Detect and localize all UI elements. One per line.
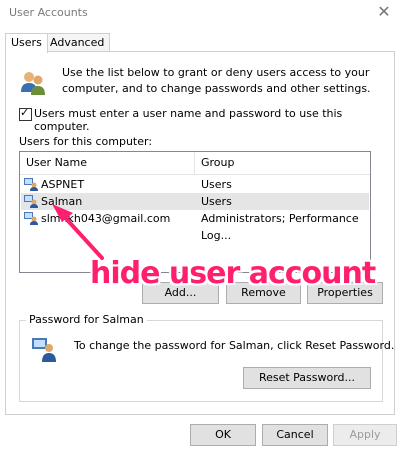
users-list-label: Users for this computer: (19, 135, 153, 148)
user-icon (24, 212, 38, 225)
list-header: User Name Group (20, 152, 370, 175)
cancel-button[interactable]: Cancel (262, 424, 328, 446)
window-title: User Accounts (9, 6, 88, 19)
table-row[interactable]: Salman Users (21, 193, 369, 210)
title-bar: User Accounts ✕ (0, 0, 400, 26)
user-icon (24, 195, 38, 208)
row-user-name: ASPNET (41, 178, 85, 191)
password-group (19, 320, 383, 402)
row-group: Users (201, 178, 232, 191)
row-group: Users (201, 195, 232, 208)
password-user-icon (32, 338, 56, 362)
apply-button[interactable]: Apply (333, 424, 397, 446)
user-accounts-dialog: User Accounts ✕ Users Advanced Use the l… (0, 0, 400, 450)
column-header-user-name[interactable]: User Name (20, 152, 195, 174)
reset-password-button[interactable]: Reset Password... (243, 367, 371, 389)
table-row[interactable]: ASPNET Users (21, 176, 369, 193)
users-icon (21, 72, 45, 95)
column-header-group[interactable]: Group (195, 152, 369, 174)
ok-button[interactable]: OK (190, 424, 256, 446)
intro-text: Use the list below to grant or deny user… (62, 66, 371, 95)
users-list[interactable]: User Name Group ASPNET Users Salman User… (19, 151, 371, 273)
row-user-name: slmnkh043@gmail.com (41, 212, 171, 225)
require-login-checkbox[interactable]: ✓ (19, 106, 32, 121)
row-user-name: Salman (41, 195, 83, 208)
password-group-legend: Password for Salman (26, 313, 147, 326)
table-row[interactable]: slmnkh043@gmail.com Administrators; Perf… (21, 210, 369, 242)
row-group: Administrators; Performance Log... (201, 212, 359, 242)
user-icon (24, 178, 38, 191)
tab-users[interactable]: Users (5, 33, 48, 53)
password-help-text: To change the password for Salman, click… (74, 339, 395, 352)
annotation-text: hide user account (90, 256, 376, 291)
close-icon[interactable]: ✕ (374, 2, 394, 22)
tab-advanced[interactable]: Advanced (44, 33, 111, 52)
require-login-label: Users must enter a user name and passwor… (34, 107, 343, 133)
